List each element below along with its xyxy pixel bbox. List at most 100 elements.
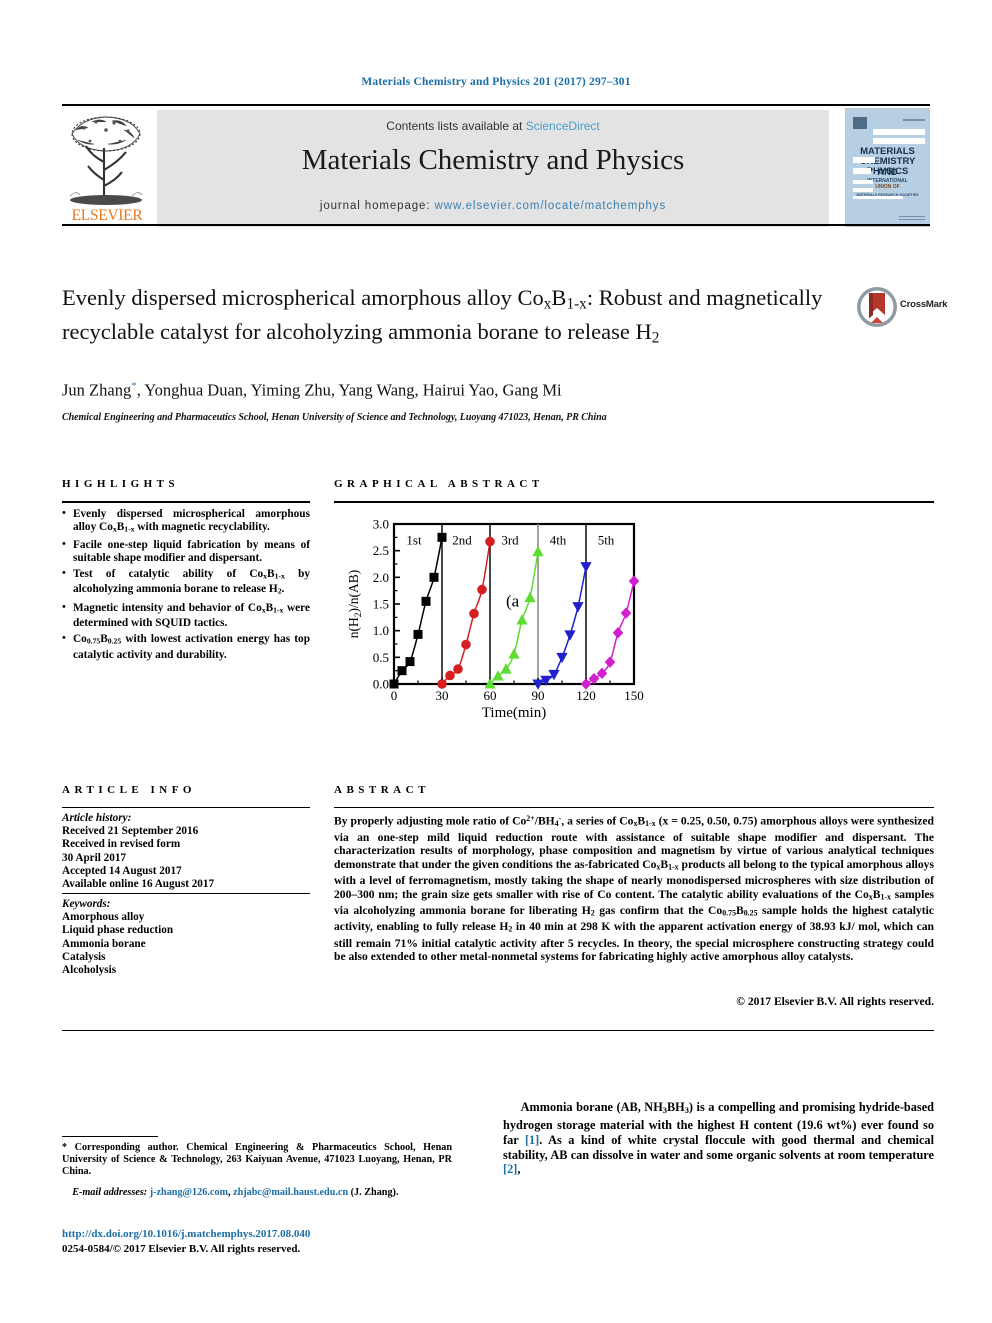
data-point xyxy=(461,639,471,650)
affiliation: Chemical Engineering and Pharmaceutics S… xyxy=(62,412,607,423)
data-point xyxy=(580,562,592,573)
x-tick-label: 0 xyxy=(391,688,398,703)
masthead-bottom-rule xyxy=(62,224,930,226)
intro-paragraph: Ammonia borane (AB, NH3BH3) is a compell… xyxy=(503,1100,934,1177)
asterisk-icon: * xyxy=(62,1142,67,1153)
x-tick-label: 150 xyxy=(624,688,644,703)
corresponding-author-note: * Corresponding author. Chemical Enginee… xyxy=(62,1142,452,1179)
keywords-label: Keywords: xyxy=(62,898,111,910)
cycle-label-4th: 4th xyxy=(550,532,567,547)
abstract-heading: ABSTRACT xyxy=(334,784,430,796)
x-tick-label: 120 xyxy=(576,688,596,703)
data-point xyxy=(453,664,463,674)
doi-link[interactable]: http://dx.doi.org/10.1016/j.matchemphys.… xyxy=(62,1228,310,1240)
data-point xyxy=(437,679,447,689)
email-note: E-mail addresses: j-zhang@126.com, zhjab… xyxy=(72,1187,399,1198)
keyword-item: Catalysis xyxy=(62,950,106,963)
x-axis-label: Time(min) xyxy=(482,705,546,721)
keywords-block: Keywords: Amorphous alloy Liquid phase r… xyxy=(62,898,310,977)
data-point xyxy=(588,672,600,685)
y-tick-label: 2.0 xyxy=(373,570,389,585)
email-label: E-mail addresses: xyxy=(72,1187,148,1198)
keyword-item: Amorphous alloy xyxy=(62,911,145,924)
issn-copyright: 0254-0584/© 2017 Elsevier B.V. All right… xyxy=(62,1243,301,1255)
elsevier-tree-icon xyxy=(69,116,143,205)
email-link-2[interactable]: zhjabc@mail.haust.edu.cn xyxy=(233,1187,348,1198)
journal-title: Materials Chemistry and Physics xyxy=(301,144,685,176)
article-history: Article history: Received 21 September 2… xyxy=(62,812,310,891)
series-line-2nd xyxy=(441,541,491,685)
sciencedirect-link[interactable]: ScienceDirect xyxy=(526,119,600,133)
homepage-prefix: journal homepage: xyxy=(319,200,435,212)
article-info-heading: ARTICLE INFO xyxy=(62,784,196,796)
x-tick-label: 60 xyxy=(484,688,497,703)
graphical-abstract-figure: 0 30 60 90 120 150 0.0 0.5 1.0 1.5 2.0 2.5 3.0 Time(m… xyxy=(338,508,648,736)
crossmark-icon xyxy=(857,287,897,327)
highlights-list: Evenly dispersed microspherical amorphou… xyxy=(62,507,310,664)
journal-masthead: ELSEVIER Contents lists available at Sci… xyxy=(62,104,930,227)
footnote-rule xyxy=(62,1136,158,1137)
article-history-item: Received in revised form xyxy=(62,838,181,851)
cover-artwork: MATERIALS CHEMISTRY AND PHYSICS INTERNAT… xyxy=(849,112,926,223)
data-point xyxy=(516,614,528,625)
email-link-1[interactable]: j-zhang@126.com xyxy=(150,1187,228,1198)
keyword-item: Alcoholysis xyxy=(62,964,117,977)
article-history-item: 30 April 2017 xyxy=(62,851,127,864)
recycling-performance-chart: 0 30 60 90 120 150 0.0 0.5 1.0 1.5 2.0 2.5 3.0 Time(m… xyxy=(346,517,644,722)
x-tick-label: 30 xyxy=(436,688,449,703)
y-axis-label: n(H2)/n(AB) xyxy=(346,570,364,639)
data-point xyxy=(508,648,520,659)
series-line-4th xyxy=(537,566,587,685)
data-point xyxy=(397,666,407,676)
email-attribution: (J. Zhang). xyxy=(350,1187,399,1198)
contents-available-line: Contents lists available at ScienceDirec… xyxy=(157,119,829,133)
highlight-item: Test of catalytic ability of CoxB1-x by … xyxy=(62,567,310,599)
corresponding-author-text: Corresponding author. Chemical Engineeri… xyxy=(62,1142,453,1178)
article-info-rule-top xyxy=(62,807,310,808)
y-tick-label: 1.0 xyxy=(373,623,389,638)
abstract-text: By properly adjusting mole ratio of Co2+… xyxy=(334,814,935,964)
y-tick-label: 2.5 xyxy=(373,543,389,558)
data-point xyxy=(413,629,423,639)
crossmark-badge[interactable]: CrossMark xyxy=(856,286,948,330)
panel-label: (a xyxy=(506,592,520,611)
data-point xyxy=(485,536,495,547)
highlight-item: Co0.75B0.25 with lowest activation energ… xyxy=(62,632,310,661)
highlight-item: Facile one-step liquid fabrication by me… xyxy=(62,538,310,565)
elsevier-logo: ELSEVIER xyxy=(62,110,150,227)
citation-ref[interactable]: [2] xyxy=(503,1162,517,1176)
series-line-1st xyxy=(393,537,443,685)
abstract-bottom-rule xyxy=(62,1030,934,1031)
abstract-copyright: © 2017 Elsevier B.V. All rights reserved… xyxy=(736,995,934,1008)
citation-ref[interactable]: [1] xyxy=(525,1133,539,1147)
data-point xyxy=(445,670,455,681)
journal-homepage-link[interactable]: www.elsevier.com/locate/matchemphys xyxy=(435,200,667,212)
page-title: Evenly dispersed microspherical amorphou… xyxy=(62,285,823,347)
article-history-label: Article history: xyxy=(62,812,132,824)
cycle-label-5th: 5th xyxy=(598,532,615,547)
series-line-5th xyxy=(585,580,635,685)
data-point xyxy=(564,630,576,641)
masthead-top-rule xyxy=(62,104,930,106)
journal-cover-thumbnail[interactable]: MATERIALS CHEMISTRY AND PHYSICS INTERNAT… xyxy=(845,108,930,227)
cycle-label-3rd: 3rd xyxy=(501,532,519,547)
y-tick-label: 3.0 xyxy=(373,517,389,532)
corresponding-author-marker[interactable]: * xyxy=(131,380,137,392)
data-point xyxy=(389,679,399,689)
graphical-abstract-heading: GRAPHICAL ABSTRACT xyxy=(334,478,544,490)
crossmark-label: CrossMark xyxy=(900,299,948,310)
journal-homepage-line: journal homepage: www.elsevier.com/locat… xyxy=(157,200,829,212)
series-line-3rd xyxy=(489,551,539,685)
highlights-heading: HIGHLIGHTS xyxy=(62,478,180,490)
masthead-banner: Contents lists available at ScienceDirec… xyxy=(157,110,829,227)
data-point xyxy=(628,575,640,587)
cycle-label-1st: 1st xyxy=(406,532,422,547)
paper-page: Materials Chemistry and Physics 201 (201… xyxy=(0,0,992,1323)
cycle-label-2nd: 2nd xyxy=(452,532,472,547)
article-history-item: Received 21 September 2016 xyxy=(62,825,199,838)
data-point xyxy=(532,545,544,557)
highlights-rule xyxy=(62,501,310,503)
abstract-rule xyxy=(334,807,934,808)
data-point xyxy=(429,572,439,582)
highlight-item: Evenly dispersed microspherical amorphou… xyxy=(62,507,310,536)
